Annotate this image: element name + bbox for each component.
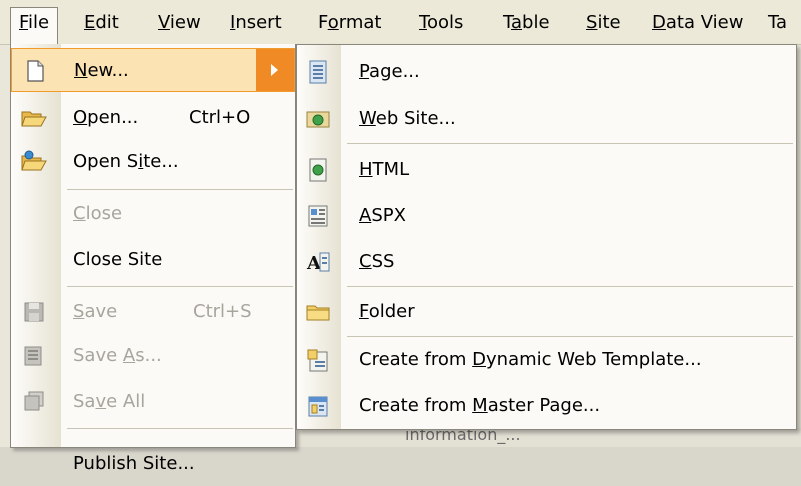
menu-data-view[interactable]: Data View [644,8,751,38]
menu-item-save-as[interactable]: Save As... [11,334,295,378]
menu-separator [347,143,793,144]
menu-item-save-all[interactable]: Save All [11,380,295,424]
submenu-item-page[interactable]: Page... [297,49,796,95]
menu-item-open[interactable]: Open... Ctrl+O [11,96,295,140]
menu-site[interactable]: Site [578,8,629,38]
menu-item-close[interactable]: Close [11,192,295,236]
background-window-bottom [294,428,801,447]
submenu-item-master-page[interactable]: Create from Master Page... [297,383,796,429]
menu-separator [67,428,293,429]
open-site-icon [21,150,47,174]
save-all-icon [21,390,47,414]
submenu-arrow-icon [256,49,294,91]
master-page-icon [306,394,330,418]
menu-item-save[interactable]: Save Ctrl+S [11,290,295,334]
open-folder-icon [21,106,47,130]
dynamic-web-template-icon [306,348,330,372]
save-as-icon [21,344,47,368]
file-menu: New... Open... Ctrl+O Open Site... Close… [10,44,296,474]
menu-item-new[interactable]: New... [11,48,295,92]
web-site-icon [306,107,330,131]
menu-table[interactable]: Table [495,8,558,38]
background-window-edge [0,44,10,447]
menu-separator [347,286,793,287]
new-page-icon [22,59,48,83]
submenu-item-dynamic-web-template[interactable]: Create from Dynamic Web Template... [297,337,796,383]
menu-insert[interactable]: Insert [222,8,290,38]
menu-tools[interactable]: Tools [411,8,471,38]
menu-bar: File Edit View Insert Format Tools Table… [0,0,801,45]
new-submenu: Page... Web Site... HTML ASPX A CSS Fold… [296,44,797,430]
menu-edit[interactable]: Edit [76,8,127,38]
submenu-item-html[interactable]: HTML [297,147,796,193]
menu-view[interactable]: View [150,8,209,38]
save-icon [21,300,47,324]
menu-item-open-site[interactable]: Open Site... [11,140,295,184]
menu-item-close-site[interactable]: Close Site [11,238,295,282]
css-icon: A [306,250,330,274]
submenu-item-css[interactable]: A CSS [297,239,796,285]
menu-separator [67,286,293,287]
page-icon [306,60,330,84]
folder-icon [306,300,330,324]
menu-file[interactable]: File [10,7,59,45]
menu-item-publish-site[interactable]: Publish Site... [11,432,295,476]
submenu-item-aspx[interactable]: ASPX [297,193,796,239]
submenu-item-folder[interactable]: Folder [297,289,796,335]
menu-format[interactable]: Format [310,8,389,38]
menu-table-overflow[interactable]: Ta [760,8,795,38]
aspx-icon [306,204,330,228]
submenu-item-web-site[interactable]: Web Site... [297,96,796,142]
menu-separator [67,189,293,190]
html-icon [306,158,330,182]
